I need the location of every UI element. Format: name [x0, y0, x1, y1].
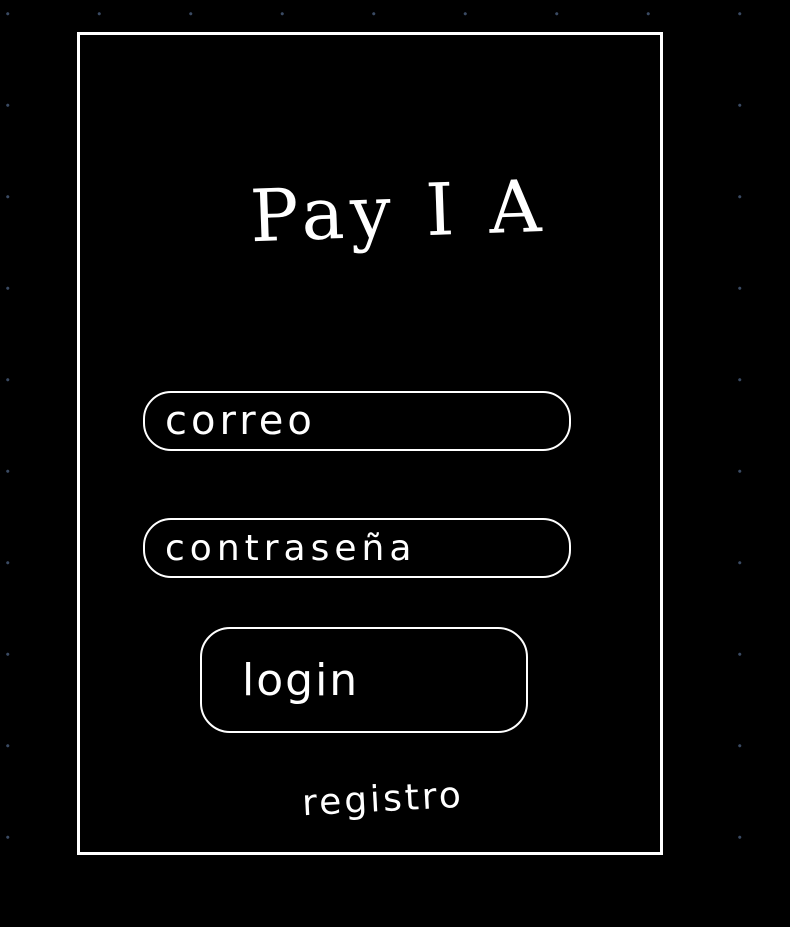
register-link[interactable]: registro	[301, 775, 465, 824]
login-screen-frame: Pay I A login registro	[77, 32, 663, 855]
email-field[interactable]	[143, 391, 571, 451]
password-field[interactable]	[143, 518, 571, 578]
login-button[interactable]: login	[200, 627, 528, 733]
app-title: Pay I A	[248, 163, 549, 259]
